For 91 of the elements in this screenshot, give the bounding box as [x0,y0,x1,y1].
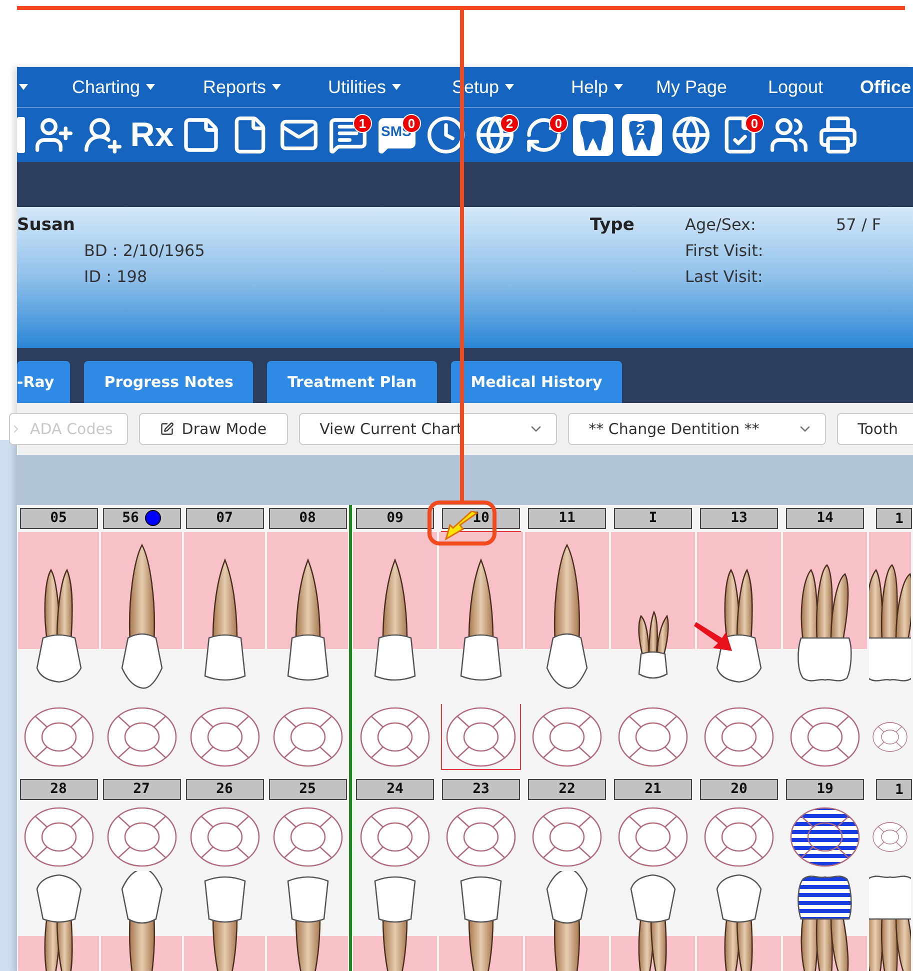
tooth-number-label[interactable]: 07 [186,508,264,528]
caret-icon [19,84,28,90]
prescription-icon[interactable]: Rx [130,116,174,154]
highlight-frame [427,500,497,546]
tooth-surface-diagram[interactable] [531,706,603,768]
tooth-icon[interactable] [622,114,662,156]
toolbar-button[interactable]: Draw Mode [138,413,288,445]
tooth-number-label[interactable]: 23 [442,778,520,800]
tooth-number-label[interactable]: 24 [356,778,434,800]
caret-icon [505,84,514,90]
tooth-surface-diagram[interactable] [359,706,431,768]
tooth-surface-diagram[interactable] [789,806,861,868]
menu-item[interactable]: Logout [768,76,860,98]
tooth-number-label[interactable]: 09 [356,508,434,528]
tooth-icon[interactable] [573,114,613,156]
dropdown-select[interactable]: View Current Chart [298,413,557,445]
tooth-surface-diagram[interactable] [531,806,603,868]
tooth-number-label[interactable]: 11 [528,508,606,528]
field-value: 57 / F [836,215,882,236]
globe-icon[interactable] [475,115,515,155]
count-badge: 2 [500,114,519,133]
count-badge: 1 [353,114,372,133]
tooth-number-label[interactable]: 28 [20,778,98,800]
sms-icon[interactable] [377,115,417,155]
tooth-number-label[interactable]: I [614,508,692,528]
tooth-surface-diagram[interactable] [359,806,431,868]
tab[interactable]: Treatment Plan [267,361,437,403]
tooth-number-label[interactable]: 08 [268,508,346,528]
tooth-surface-diagram[interactable] [703,806,775,868]
tooth-number-label[interactable]: 56 [102,508,180,528]
tooth-number-label[interactable]: 14 [786,508,864,528]
tooth-number-label[interactable]: 20 [700,778,778,800]
count-badge: 0 [745,114,764,133]
tooth-surface-diagram[interactable] [445,806,517,868]
tooth-number-label[interactable]: 21 [614,778,692,800]
tooth-surface-diagram[interactable] [188,706,260,768]
field-label: Last Visit: [685,267,764,288]
menu-item[interactable]: Reports [203,76,328,98]
birth-date: BD : 2/10/1965 [84,241,206,262]
tooth-number-label[interactable]: 19 [786,778,864,800]
tooth-surface-diagram[interactable] [22,706,94,768]
field-label: First Visit: [685,241,764,262]
caret-icon [272,84,282,90]
arrow-icon [694,620,734,652]
tooth-surface-diagram[interactable] [22,806,94,868]
menu-item[interactable]: Office [860,76,913,98]
tooth-surface-diagram[interactable] [188,806,260,868]
dropdown-select[interactable]: ** Change Dentition ** [568,413,826,445]
sync-icon[interactable] [524,115,564,155]
tooth-surface-diagram[interactable] [617,806,689,868]
menu-item[interactable]: Charting [72,76,203,98]
edit-icon [160,422,174,436]
tooth-surface-diagram[interactable] [106,806,178,868]
tooth-surface-diagram[interactable] [272,806,344,868]
user-add-icon[interactable] [34,115,74,155]
tooth-surface-diagram[interactable] [617,706,689,768]
menu-item[interactable]: Utilities [328,76,452,98]
field-label: Age/Sex: [685,215,757,236]
globe-icon[interactable] [671,115,711,155]
tooth-number-label[interactable]: 1 [876,508,912,529]
tab[interactable]: -Ray [17,361,70,403]
menu-item[interactable]: Help [571,76,656,98]
tooth-number-label[interactable]: 22 [528,778,606,800]
tab[interactable]: Medical History [450,361,622,403]
tooth-number-label[interactable]: 25 [268,778,346,800]
tooth-surface-diagram[interactable] [106,706,178,768]
user-add-icon[interactable] [83,115,123,155]
caret-icon [614,84,624,90]
patient-id: ID : 198 [84,267,148,288]
tab[interactable]: Progress Notes [84,361,254,403]
clock-icon[interactable] [426,115,466,155]
tooth-number-label[interactable]: 05 [20,508,98,528]
tooth-number-label[interactable]: 27 [102,778,180,800]
chat-icon[interactable] [328,115,368,155]
tooth-number: 2 [636,122,645,140]
caret-icon [146,84,156,90]
tooth-surface-diagram[interactable] [789,706,861,768]
tooth-surface-diagram[interactable] [445,706,517,768]
menu-item[interactable]: My Page [656,76,768,98]
users-icon[interactable] [769,115,809,155]
toolbar-button[interactable]: Tooth [836,413,913,445]
tooth-number-label[interactable]: 26 [186,778,264,800]
tooth-surface-diagram[interactable] [703,706,775,768]
type-label: Type [590,215,636,237]
printer-icon[interactable] [818,115,858,155]
count-badge: 0 [549,114,568,133]
tooth-number-label[interactable]: 1 [876,779,912,800]
tooth-number-label[interactable]: 13 [700,508,778,528]
caret-icon [392,84,402,90]
patient-name: Susan [17,215,76,237]
tooth-surface-diagram[interactable] [272,706,344,768]
